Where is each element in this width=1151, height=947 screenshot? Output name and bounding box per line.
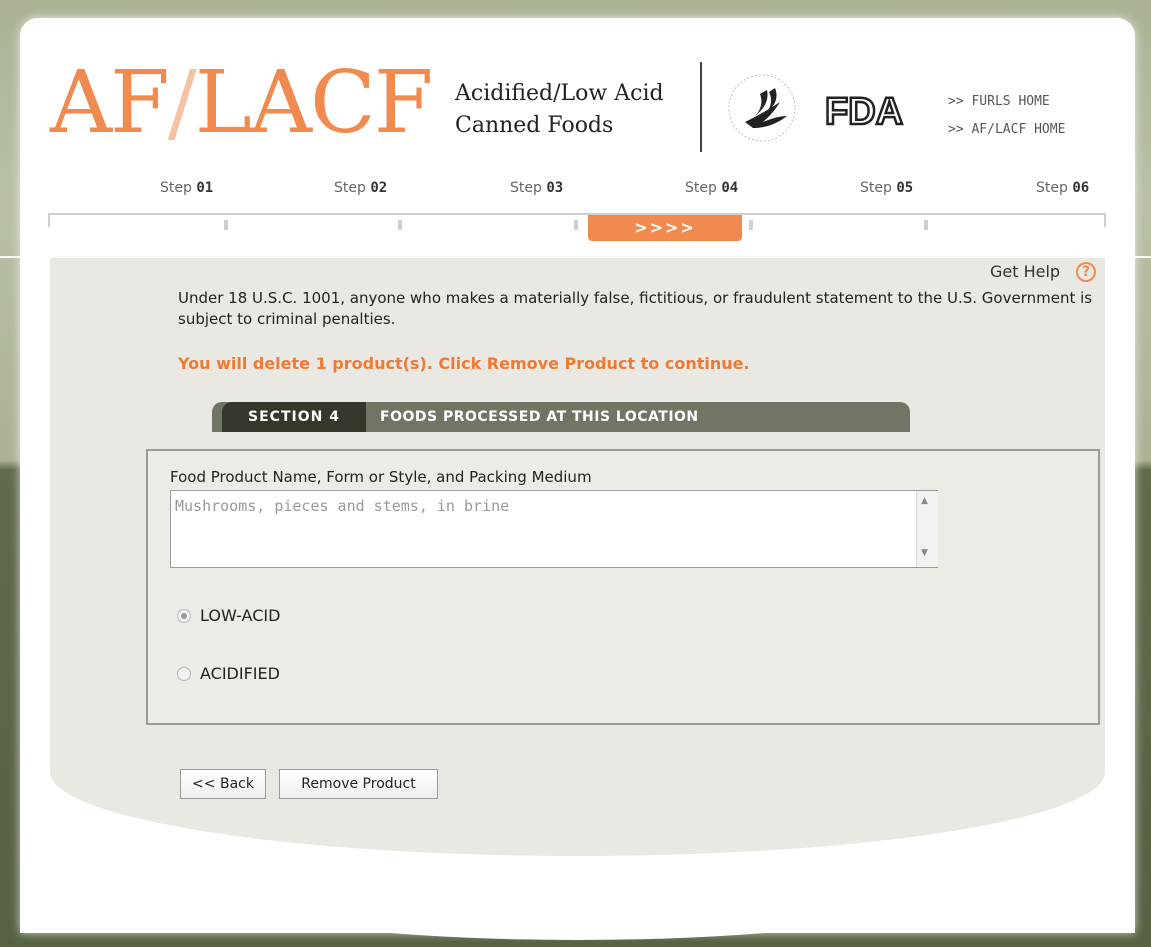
step-tick	[749, 220, 753, 230]
low-acid-label: LOW-ACID	[200, 606, 281, 625]
header-separator	[0, 256, 1151, 258]
section-title: FOODS PROCESSED AT THIS LOCATION	[380, 409, 699, 425]
step-02: Step 02	[334, 180, 388, 196]
remove-product-button[interactable]: Remove Product	[279, 769, 438, 799]
step-01: Step 01	[160, 180, 214, 196]
back-button[interactable]: << Back	[180, 769, 266, 799]
step-tick	[398, 220, 402, 230]
food-product-label: Food Product Name, Form or Style, and Pa…	[170, 468, 592, 486]
site-subtitle: Acidified/Low Acid Canned Foods	[455, 78, 685, 142]
delete-alert-message: You will delete 1 product(s). Click Remo…	[178, 354, 750, 373]
acidified-label: ACIDIFIED	[200, 664, 280, 683]
step-05: Step 05	[860, 180, 914, 196]
fda-logo-icon: FDA	[824, 90, 905, 130]
active-step-indicator: >>>>	[588, 215, 742, 241]
furls-home-link[interactable]: >> FURLS HOME	[948, 88, 1065, 116]
svg-text:FDA: FDA	[825, 91, 903, 130]
legal-notice: Under 18 U.S.C. 1001, anyone who makes a…	[178, 289, 1093, 328]
subtitle-line-1: Acidified/Low Acid	[455, 81, 664, 106]
help-icon[interactable]: ?	[1076, 262, 1096, 282]
get-help-link[interactable]: Get Help	[990, 262, 1060, 281]
step-tick	[224, 220, 228, 230]
scroll-down-icon[interactable]: ▼	[921, 548, 928, 558]
step-tick	[924, 220, 928, 230]
header-divider	[700, 62, 702, 152]
subtitle-line-2: Canned Foods	[455, 113, 614, 138]
section-number: SECTION 4	[222, 402, 366, 432]
food-product-textarea[interactable]: Mushrooms, pieces and stems, in brine	[170, 490, 938, 568]
aflacf-home-link[interactable]: >> AF/LACF HOME	[948, 116, 1065, 144]
af-lacf-logo: AF/LACF	[50, 53, 433, 153]
header-links: >> FURLS HOME >> AF/LACF HOME	[948, 88, 1065, 144]
scroll-up-icon[interactable]: ▲	[921, 496, 928, 506]
low-acid-radio[interactable]	[177, 609, 191, 623]
step-06: Step 06	[1036, 180, 1090, 196]
step-03: Step 03	[510, 180, 564, 196]
step-04: Step 04	[685, 180, 739, 196]
step-tick	[574, 220, 578, 230]
hhs-eagle-icon	[728, 74, 796, 142]
acidified-radio[interactable]	[177, 667, 191, 681]
